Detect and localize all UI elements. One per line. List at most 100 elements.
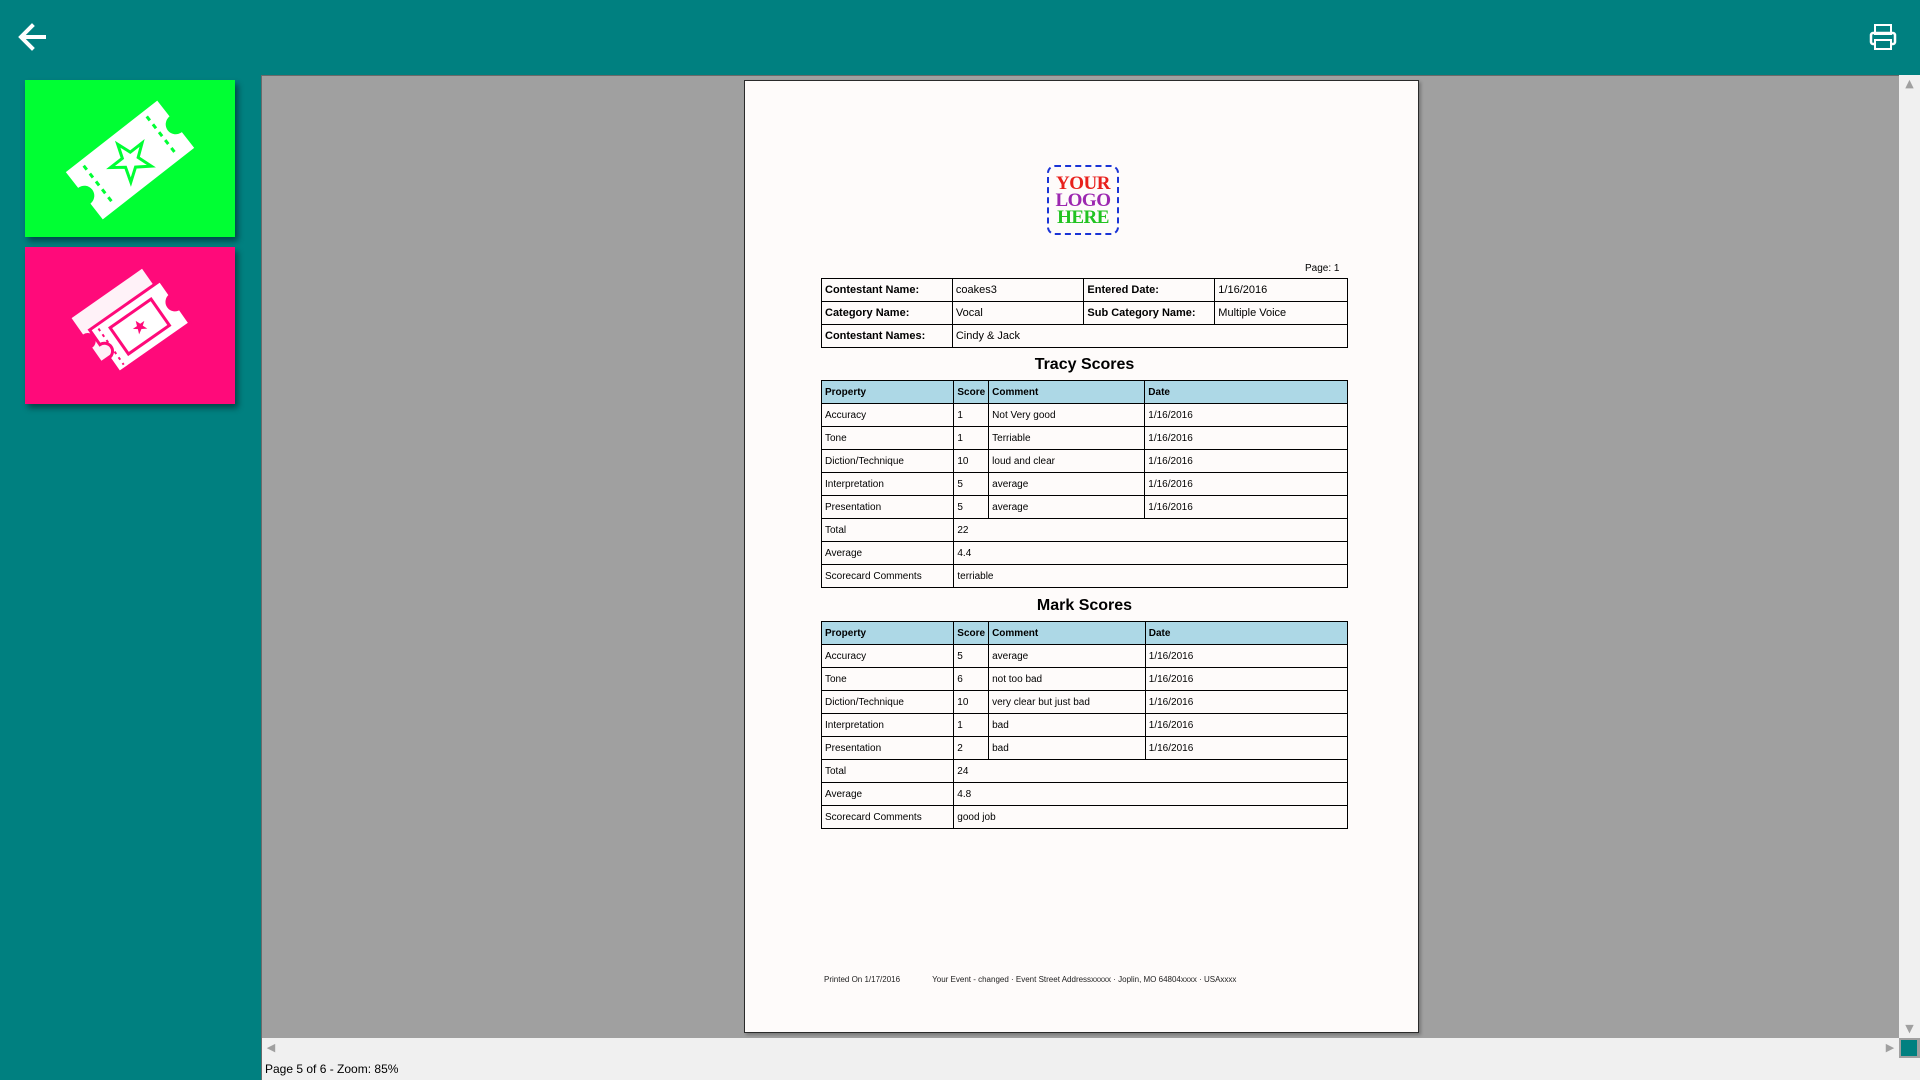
cell-comment: average [988, 472, 1146, 496]
table-row: Interpretation 1 bad 1/16/2016 [820, 713, 1349, 737]
column-header-score: Score [953, 380, 990, 404]
vertical-scrollbar[interactable]: ▲ ▼ [1899, 75, 1920, 1038]
table-row: Tone 1 Terriable 1/16/2016 [820, 426, 1348, 450]
cell-property: Tone [820, 667, 955, 691]
cell-date: 1/16/2016 [1144, 426, 1348, 450]
table-row: Diction/Technique 10 very clear but just b… [820, 690, 1349, 714]
scroll-right-icon[interactable]: ▶ [1881, 1038, 1899, 1058]
cell-comment: average [988, 495, 1146, 519]
report-footer: Printed On 1/17/2016 Your Event - change… [824, 975, 1266, 984]
event-address: Your Event - changed · Event Street Addr… [932, 975, 1237, 984]
cell-comment: bad [988, 713, 1146, 737]
summary-row-comments: Scorecard Comments terriable [820, 564, 1348, 588]
mark-scores-table: Property Score Comment Date Accuracy 5 average… [820, 621, 1349, 829]
column-header-date: Date [1144, 621, 1349, 645]
cell-comment: bad [988, 736, 1146, 760]
column-header-date: Date [1144, 380, 1348, 404]
cell-score: 1 [953, 426, 990, 450]
column-header-comment: Comment [988, 621, 1146, 645]
contestants-value: Cindy & Jack [951, 324, 1349, 348]
cell-property: Accuracy [820, 644, 955, 668]
contestants-label: Contestant Names: [821, 324, 953, 348]
summary-value-average: 4.8 [953, 782, 1348, 806]
cell-score: 2 [953, 736, 990, 760]
cell-comment: loud and clear [988, 449, 1146, 473]
subcategory-label: Sub Category Name: [1083, 301, 1216, 325]
scroll-up-icon[interactable]: ▲ [1899, 75, 1920, 93]
scroll-left-icon[interactable]: ◀ [262, 1038, 280, 1058]
printed-on: Printed On 1/17/2016 [824, 975, 901, 984]
scroll-down-icon[interactable]: ▼ [1899, 1020, 1920, 1038]
status-bar: Page 5 of 6 - Zoom: 85% [262, 1058, 1920, 1080]
cell-property: Tone [820, 426, 955, 450]
summary-value-comments: terriable [953, 564, 1348, 588]
report-page: YOUR LOGO HERE Page: 1 Contestant Name: … [744, 80, 1419, 1033]
summary-row-total: Total 22 [820, 518, 1348, 542]
contestant-name-value: coakes3 [951, 278, 1085, 302]
cell-property: Interpretation [820, 472, 955, 496]
cell-score: 5 [953, 644, 990, 668]
table-row: Accuracy 5 average 1/16/2016 [820, 644, 1349, 668]
entered-date-value: 1/16/2016 [1214, 278, 1348, 302]
summary-label-comments: Scorecard Comments [820, 805, 955, 829]
ticket-star-tile[interactable] [25, 80, 235, 237]
summary-label-average: Average [820, 782, 955, 806]
cell-property: Accuracy [820, 403, 955, 427]
category-value: Vocal [951, 301, 1085, 325]
cell-date: 1/16/2016 [1144, 667, 1349, 691]
cell-score: 10 [953, 690, 990, 714]
cell-date: 1/16/2016 [1144, 644, 1349, 668]
tickets-icon [71, 268, 192, 375]
tracy-scores-table: Property Score Comment Date Accuracy 1 Not Ver… [820, 380, 1348, 588]
summary-value-total: 22 [953, 518, 1348, 542]
summary-row-comments: Scorecard Comments good job [820, 805, 1348, 829]
cell-comment: very clear but just bad [988, 690, 1146, 714]
cell-score: 1 [953, 713, 990, 737]
table-header-row: Property Score Comment Date [820, 621, 1349, 645]
tracy-scores-title: Tracy Scores [1034, 356, 1135, 373]
summary-value-average: 4.4 [953, 541, 1348, 565]
cell-date: 1/16/2016 [1144, 472, 1348, 496]
summary-label-total: Total [820, 518, 955, 542]
print-button[interactable] [1868, 22, 1898, 52]
summary-value-comments: good job [953, 805, 1348, 829]
cell-score: 5 [953, 495, 990, 519]
contestant-name-label: Contestant Name: [821, 278, 953, 302]
cell-score: 6 [953, 667, 990, 691]
back-button[interactable] [14, 18, 54, 56]
logo-placeholder: YOUR LOGO HERE [1047, 165, 1119, 235]
table-row: Presentation 2 bad 1/16/2016 [820, 736, 1349, 760]
cell-date: 1/16/2016 [1144, 713, 1349, 737]
contestant-info-table: Contestant Name: coakes3 Entered Date: 1… [821, 278, 1349, 348]
summary-row-total: Total 24 [820, 759, 1348, 783]
column-header-property: Property [820, 621, 955, 645]
column-header-score: Score [953, 621, 990, 645]
table-header-row: Property Score Comment Date [820, 380, 1348, 404]
cell-date: 1/16/2016 [1144, 403, 1348, 427]
tickets-tile[interactable] [25, 247, 235, 404]
table-row: Interpretation 5 average 1/16/2016 [820, 472, 1348, 496]
cell-score: 1 [953, 403, 990, 427]
printer-icon [1869, 24, 1897, 50]
cell-comment: Not Very good [988, 403, 1146, 427]
arrow-left-icon [18, 23, 46, 51]
top-bar [0, 0, 1920, 75]
cell-comment: Terriable [988, 426, 1146, 450]
summary-row-average: Average 4.4 [820, 541, 1348, 565]
summary-value-total: 24 [953, 759, 1348, 783]
table-row: Diction/Technique 10 loud and clear 1/16/20… [820, 449, 1348, 473]
cell-score: 10 [953, 449, 990, 473]
horizontal-scrollbar[interactable]: ◀ ▶ [262, 1038, 1899, 1058]
scroll-corner [1901, 1040, 1917, 1056]
cell-date: 1/16/2016 [1144, 736, 1349, 760]
column-header-comment: Comment [988, 380, 1146, 404]
category-label: Category Name: [821, 301, 953, 325]
cell-date: 1/16/2016 [1144, 449, 1348, 473]
summary-row-average: Average 4.8 [820, 782, 1348, 806]
cell-comment: average [988, 644, 1146, 668]
page-number: Page: 1 [1305, 263, 1340, 274]
subcategory-value: Multiple Voice [1214, 301, 1348, 325]
table-row: Tone 6 not too bad 1/16/2016 [820, 667, 1349, 691]
entered-date-label: Entered Date: [1083, 278, 1216, 302]
summary-label-comments: Scorecard Comments [820, 564, 955, 588]
